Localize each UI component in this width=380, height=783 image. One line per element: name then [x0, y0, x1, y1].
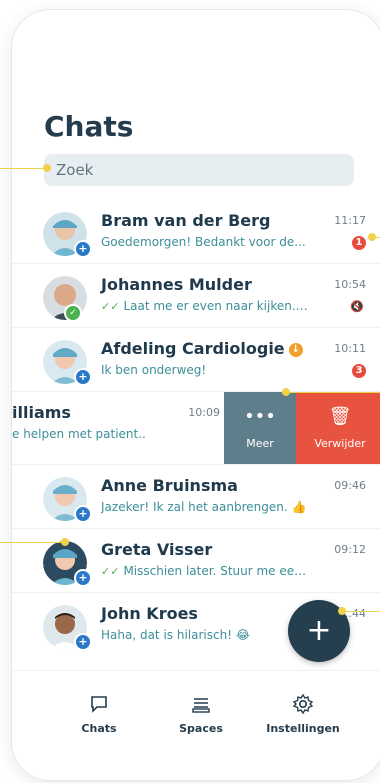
mute-icon: 🔇 [350, 300, 364, 313]
more-dots-icon: ••• [244, 406, 276, 427]
trash-icon: 🗑 [328, 406, 352, 427]
plus-badge-icon: + [74, 240, 92, 258]
callout-line-anne [0, 542, 64, 543]
chat-row-johannes[interactable]: ✓ Johannes Mulder ✓✓ Laat me er even naar… [12, 264, 380, 328]
chat-name: illiams [12, 403, 71, 422]
tab-instellingen[interactable]: Instellingen [258, 693, 348, 735]
more-button[interactable]: ••• Meer [224, 392, 296, 464]
callout-dot-anne [61, 538, 69, 546]
chat-message: e helpen met patient.. [12, 427, 146, 441]
chat-time: 09:12 [334, 543, 366, 556]
gear-icon [258, 693, 348, 720]
tab-label: Chats [81, 722, 117, 735]
spaces-icon [156, 693, 246, 720]
chat-list: + Bram van der Berg Goedemorgen! Bedankt… [12, 200, 380, 656]
plus-badge-icon: + [74, 633, 92, 651]
callout-dot-fab [338, 607, 346, 615]
chat-time: 10:54 [334, 278, 366, 291]
chat-message: ✓✓ Misschien later. Stuur me een... [101, 564, 311, 578]
chat-name: Afdeling Cardiologie ↓ [101, 339, 303, 358]
chat-name: Greta Visser [101, 540, 213, 559]
chats-icon [54, 693, 144, 720]
callout-line-fab [342, 611, 380, 612]
phone-screen: Chats Zoek + Bram van der Berg Goedemorg… [12, 10, 380, 780]
callout-line-search [0, 168, 46, 169]
chat-time: 11:17 [334, 214, 366, 227]
plus-icon: + [306, 613, 332, 648]
page-title: Chats [44, 110, 134, 143]
callout-dot-unread [368, 233, 376, 241]
read-receipt-icon: ✓✓ [101, 565, 120, 578]
unread-badge: 1 [352, 236, 366, 250]
chat-name: John Kroes [101, 604, 198, 623]
chat-row-cardiologie[interactable]: + Afdeling Cardiologie ↓ Ik ben onderweg!… [12, 328, 380, 392]
verified-icon: ↓ [288, 342, 303, 357]
chat-name: Johannes Mulder [101, 275, 252, 294]
tab-label: Spaces [179, 722, 223, 735]
chat-time: 10:11 [334, 342, 366, 355]
chat-name: Anne Bruinsma [101, 476, 238, 495]
chat-name: Bram van der Berg [101, 211, 271, 230]
callout-line-more [286, 392, 380, 393]
plus-badge-icon: + [74, 368, 92, 386]
tab-label: Instellingen [266, 722, 340, 735]
chat-row-bram[interactable]: + Bram van der Berg Goedemorgen! Bedankt… [12, 200, 380, 264]
plus-badge-icon: + [74, 505, 92, 523]
delete-button[interactable]: 🗑 Verwijder [296, 392, 380, 464]
search-placeholder: Zoek [56, 161, 94, 179]
chat-message: ✓✓ Laat me er even naar kijken. Ik... [101, 299, 311, 313]
chat-time: 10:09 [188, 406, 220, 419]
online-check-icon: ✓ [64, 304, 82, 322]
tab-bar: Chats Spaces Instellingen [12, 670, 380, 780]
tab-spaces[interactable]: Spaces [156, 693, 246, 735]
more-label: Meer [246, 437, 274, 450]
tab-chats[interactable]: Chats [54, 693, 144, 735]
plus-badge-icon: + [74, 569, 92, 587]
callout-dot-search [43, 164, 51, 172]
read-receipt-icon: ✓✓ [101, 300, 120, 313]
chat-message: Ik ben onderweg! [101, 363, 207, 377]
chat-row-anne[interactable]: + Anne Bruinsma Jazeker! Ik zal het aanb… [12, 465, 380, 529]
chat-message: Goedemorgen! Bedankt voor de... [101, 235, 306, 249]
search-input[interactable]: Zoek [44, 154, 354, 186]
chat-time: 09:46 [334, 479, 366, 492]
chat-message: Haha, dat is hilarisch! 😂 [101, 628, 250, 642]
chat-message: Jazeker! Ik zal het aanbrengen. 👍 [101, 500, 307, 514]
chat-row-swiped[interactable]: illiams e helpen met patient.. 10:09 •••… [12, 392, 380, 465]
delete-label: Verwijder [314, 437, 366, 450]
callout-dot-more [282, 388, 290, 396]
unread-badge: 3 [352, 364, 366, 378]
